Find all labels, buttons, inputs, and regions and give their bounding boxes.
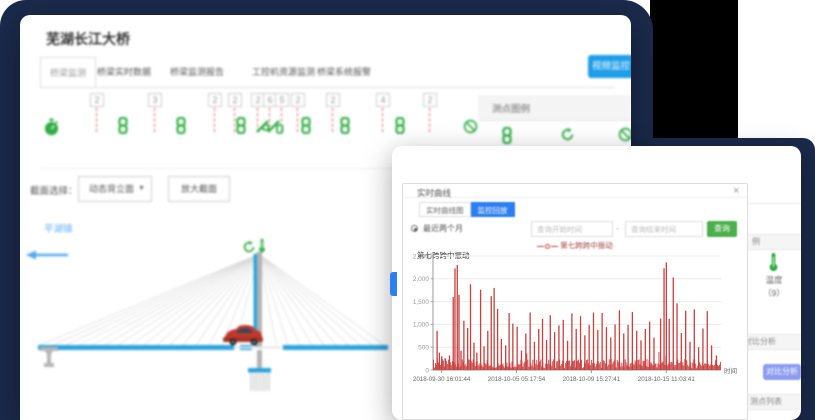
link-sensor-icon[interactable] bbox=[174, 117, 188, 139]
recent-two-months-radio[interactable] bbox=[411, 225, 418, 232]
close-icon[interactable]: × bbox=[733, 185, 739, 197]
tab-2[interactable]: 桥梁监测报告 bbox=[170, 57, 224, 87]
radio-label: 最近两个月 bbox=[423, 223, 463, 234]
bearing-sensor-icon[interactable] bbox=[255, 118, 285, 140]
query-start-time-input[interactable]: 查询开始时间 bbox=[531, 221, 613, 237]
sensor-count-badge: 2 bbox=[423, 93, 437, 107]
temperature-count: （9） bbox=[750, 287, 798, 299]
svg-text:2,500: 2,500 bbox=[413, 253, 430, 260]
sensor-count-badge: 2 bbox=[228, 93, 242, 107]
strip-separator bbox=[748, 203, 801, 204]
link-sensor-icon[interactable] bbox=[393, 117, 407, 139]
sensor-count-badge: 2 bbox=[208, 93, 222, 107]
svg-text:2018-09-30 16:01:44: 2018-09-30 16:01:44 bbox=[413, 376, 471, 383]
svg-text:2,000: 2,000 bbox=[413, 276, 430, 283]
tab-1[interactable]: 桥梁实时数据 bbox=[97, 57, 151, 87]
tower-pier bbox=[257, 350, 262, 368]
link-sensor-icon[interactable] bbox=[299, 117, 313, 139]
composite-screenshot: 芜湖长江大桥 桥梁监测桥梁实时数据桥梁监测报告工控机资源监测桥梁系统报警 视频监… bbox=[0, 0, 815, 420]
compare-analysis-button[interactable]: 对比分析 bbox=[763, 364, 801, 380]
link-sensor-icon[interactable] bbox=[338, 117, 352, 139]
strip-legend-header-fragment: 例 bbox=[748, 234, 801, 250]
sensor-dash-line bbox=[382, 108, 383, 132]
sensor-dash-line bbox=[214, 108, 215, 132]
section-select-dropdown[interactable]: 动态背立面 ▼ bbox=[78, 176, 152, 202]
realtime-curve-dialog: 实时曲线 × 实时曲线图监控回放 最近两个月 查询开始时间 - 查询结束时间 查… bbox=[402, 183, 748, 420]
bridge-left-town-label: 平湖镇 bbox=[44, 221, 73, 235]
chevron-down-icon: ▼ bbox=[138, 177, 145, 201]
svg-text:2018-10-15 11:03:41: 2018-10-15 11:03:41 bbox=[638, 376, 696, 383]
bridge-schematic bbox=[20, 238, 390, 420]
backdrop-black-area bbox=[650, 0, 738, 141]
dialog-tabbar: 实时曲线图监控回放 bbox=[419, 202, 515, 217]
svg-text:1,500: 1,500 bbox=[413, 299, 430, 306]
svg-text:2018-10-05 05:17:54: 2018-10-05 05:17:54 bbox=[488, 376, 546, 383]
tower-top-thermometer-icon bbox=[259, 239, 265, 253]
query-end-time-input[interactable]: 查询结束时间 bbox=[625, 221, 703, 237]
link-sensor-icon[interactable] bbox=[116, 117, 130, 139]
query-button[interactable]: 查询 bbox=[707, 221, 737, 237]
svg-text:0: 0 bbox=[425, 367, 429, 374]
dialog-tab-0[interactable]: 实时曲线图 bbox=[419, 202, 471, 217]
page-title: 芜湖长江大桥 bbox=[46, 29, 130, 49]
sensor-dash-line bbox=[96, 108, 97, 132]
side-panel-handle[interactable] bbox=[390, 272, 397, 296]
tab-0[interactable]: 桥梁监测 bbox=[40, 57, 96, 87]
sensor-dash-line bbox=[154, 108, 155, 132]
rotate-legend-icon bbox=[560, 127, 575, 147]
vibration-chart: 0 500 1,000 1,500 2,000 2,500 2018-09-30 16:01… bbox=[405, 248, 741, 400]
point-list-header: 测点列表 bbox=[740, 394, 801, 410]
svg-text:500: 500 bbox=[418, 345, 429, 352]
sensor-count-badge: 4 bbox=[376, 93, 390, 107]
svg-text:2018-10-09 15:27:41: 2018-10-09 15:27:41 bbox=[563, 376, 621, 383]
video-monitor-button[interactable]: 视频监控 bbox=[588, 55, 631, 78]
ban-sensor-icon[interactable] bbox=[463, 119, 478, 139]
section-select-value: 动态背立面 bbox=[89, 184, 134, 194]
date-range-separator: - bbox=[616, 224, 619, 233]
pier-piles bbox=[251, 373, 269, 391]
svg-text:1,000: 1,000 bbox=[413, 322, 430, 329]
tab-4[interactable]: 桥梁系统报警 bbox=[317, 57, 371, 87]
modal-screenshot-window: 例 温度 （9） 对比分析 对比分析 测点列表 实时曲线 × 实时曲线图监控回放… bbox=[392, 146, 801, 420]
dialog-header-divider bbox=[403, 197, 747, 198]
sensor-dash-line bbox=[429, 108, 430, 132]
bridge-deck bbox=[38, 345, 388, 350]
sensor-dash-line bbox=[297, 108, 298, 132]
tower-top-rotate-icon bbox=[245, 241, 254, 252]
ban-legend-icon bbox=[618, 127, 631, 147]
stopwatch-sensor-icon[interactable] bbox=[43, 118, 60, 141]
dialog-tab-1[interactable]: 监控回放 bbox=[471, 202, 515, 217]
section-select-label: 截面选择： bbox=[30, 183, 78, 197]
link-sensor-icon[interactable] bbox=[234, 117, 248, 139]
zoom-section-button[interactable]: 放大截面 bbox=[168, 176, 230, 202]
tabbar-underline bbox=[40, 87, 615, 88]
west-arrow-icon bbox=[26, 251, 68, 260]
temperature-label: 温度 bbox=[750, 274, 798, 286]
compare-section-header: 对比分析 bbox=[740, 334, 801, 350]
sensor-count-badge: 2 bbox=[90, 93, 104, 107]
legend-panel-title: 测点图例 bbox=[492, 101, 530, 115]
sensor-dash-line bbox=[234, 108, 235, 132]
sensor-count-badge: 2 bbox=[326, 93, 340, 107]
sensor-count-badge: 5 bbox=[275, 93, 289, 107]
tab-3[interactable]: 工控机资源监测 bbox=[252, 57, 315, 87]
sensor-count-badge: 2 bbox=[291, 93, 305, 107]
stay-cables bbox=[40, 254, 384, 345]
sensor-dash-line bbox=[332, 108, 333, 132]
svg-text:时间: 时间 bbox=[724, 366, 737, 375]
sensor-count-badge: 3 bbox=[148, 93, 162, 107]
left-abutment bbox=[40, 347, 58, 367]
